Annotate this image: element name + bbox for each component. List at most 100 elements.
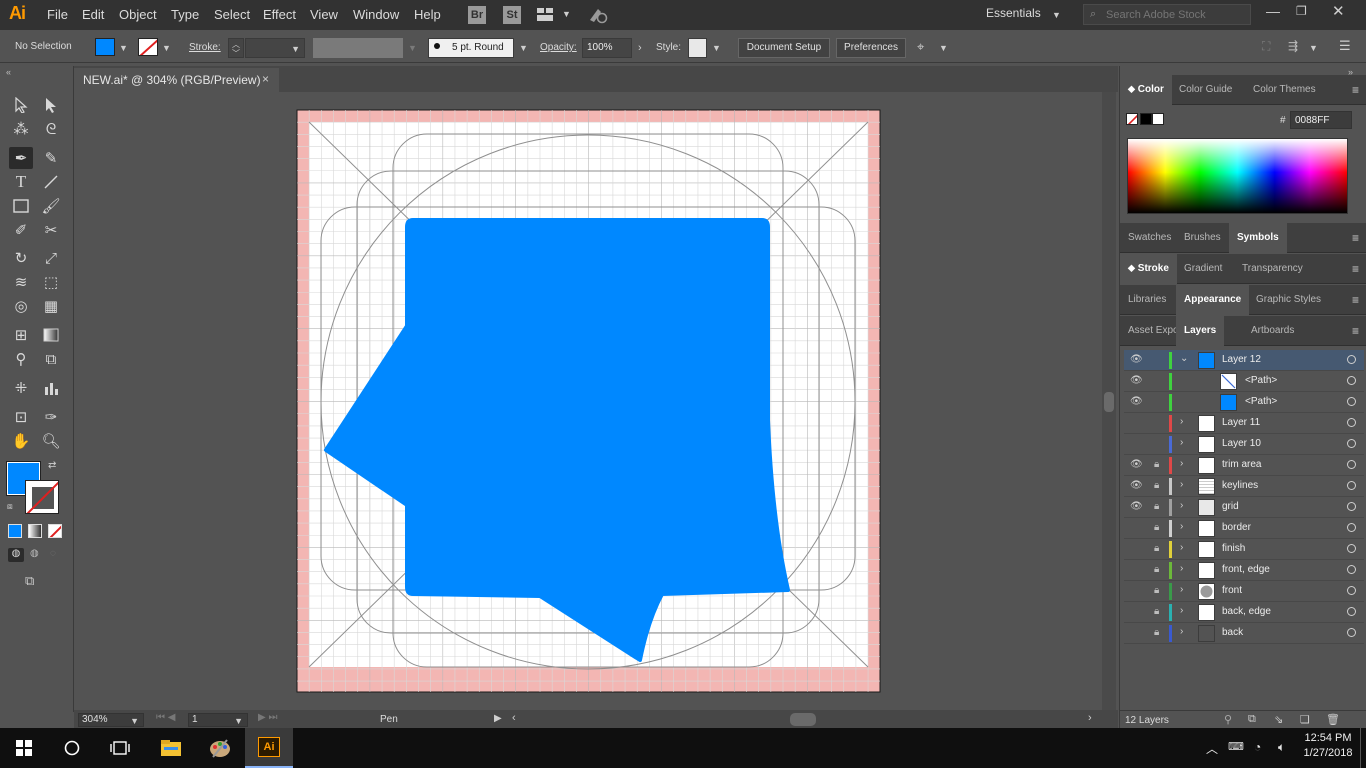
stroke-swatch[interactable]: [138, 38, 158, 56]
menu-icon[interactable]: ≡: [1352, 231, 1359, 245]
gradient-tool[interactable]: [39, 324, 63, 346]
direct-selection-tool[interactable]: [39, 94, 63, 116]
visibility-eye-icon[interactable]: 👁︎: [1130, 480, 1143, 491]
screen-mode-icon[interactable]: ⧉: [25, 573, 34, 589]
menu-icon[interactable]: ☰: [1339, 38, 1351, 54]
horizontal-scroll-thumb[interactable]: [790, 713, 816, 726]
tab-transparency[interactable]: Transparency: [1234, 254, 1311, 284]
menu-file[interactable]: File: [47, 7, 68, 22]
bridge-button[interactable]: Br: [468, 6, 486, 24]
opacity-field[interactable]: 100%: [582, 38, 632, 58]
lasso-tool[interactable]: ᘓ: [39, 118, 63, 140]
menu-view[interactable]: View: [310, 7, 338, 22]
input-method-icon[interactable]: ⌨: [1228, 740, 1244, 753]
tab-color[interactable]: ⬥ Color: [1120, 75, 1172, 105]
selection-tool[interactable]: [9, 94, 33, 116]
lock-icon[interactable]: 🔒︎: [1154, 627, 1159, 638]
task-view-icon[interactable]: [96, 728, 144, 768]
layer-row[interactable]: 🔒︎ › finish: [1124, 539, 1364, 560]
lock-icon[interactable]: 🔒︎: [1154, 564, 1159, 575]
white-swatch[interactable]: [1152, 113, 1164, 125]
wifi-icon[interactable]: ◔: [1254, 740, 1261, 754]
chevron-down-icon[interactable]: ▼: [939, 43, 948, 53]
target-circle-icon[interactable]: [1347, 544, 1356, 553]
chevron-right-icon[interactable]: ›: [1180, 437, 1183, 448]
variable-width-profile[interactable]: [313, 38, 403, 58]
canvas[interactable]: [74, 92, 1116, 710]
vertical-scrollbar[interactable]: [1102, 92, 1116, 710]
rectangle-tool[interactable]: [9, 195, 33, 217]
visibility-eye-icon[interactable]: 👁︎: [1130, 459, 1143, 470]
scissors-tool[interactable]: ✂: [39, 219, 63, 241]
chevron-right-icon[interactable]: ›: [1180, 563, 1183, 574]
graph-tool[interactable]: [39, 377, 63, 399]
tab-color-themes[interactable]: Color Themes: [1245, 75, 1324, 105]
magic-wand-tool[interactable]: ⁂: [9, 118, 33, 140]
menu-window[interactable]: Window: [353, 7, 399, 22]
tab-symbols[interactable]: Symbols: [1229, 223, 1287, 253]
align-options-icon[interactable]: ⌖: [917, 39, 924, 55]
windows-start-button[interactable]: [0, 728, 48, 768]
visibility-eye-icon[interactable]: 👁︎: [1130, 396, 1143, 407]
layer-row[interactable]: 🔒︎ › front, edge: [1124, 560, 1364, 581]
artboard-tool[interactable]: ⊡: [9, 406, 33, 428]
lock-icon[interactable]: 🔒︎: [1154, 501, 1159, 512]
preferences-button[interactable]: Preferences: [836, 38, 906, 58]
tab-appearance[interactable]: Appearance: [1176, 285, 1250, 315]
volume-icon[interactable]: 🔈︎: [1278, 740, 1285, 755]
target-circle-icon[interactable]: [1347, 628, 1356, 637]
chevron-right-icon[interactable]: ›: [638, 42, 642, 54]
tab-gradient[interactable]: Gradient: [1176, 254, 1230, 284]
file-explorer-icon[interactable]: [147, 728, 195, 768]
fill-swatch[interactable]: [95, 38, 115, 56]
swap-fill-stroke-icon[interactable]: ⇄: [48, 460, 56, 471]
tab-brushes[interactable]: Brushes: [1176, 223, 1229, 253]
symbol-sprayer-tool[interactable]: ⁜: [9, 377, 33, 399]
chevron-down-icon[interactable]: ▼: [562, 9, 571, 19]
chevron-right-icon[interactable]: ›: [1180, 458, 1183, 469]
curvature-tool[interactable]: ✎: [39, 147, 63, 169]
chevron-right-icon[interactable]: ›: [1180, 479, 1183, 490]
illustrator-taskbar-button[interactable]: Ai: [245, 728, 293, 768]
artboard-field[interactable]: 1 ▼: [188, 713, 248, 727]
menu-select[interactable]: Select: [214, 7, 250, 22]
collapse-panel-icon[interactable]: «: [6, 67, 11, 77]
zoom-tool[interactable]: 🔍︎: [39, 430, 63, 452]
color-spectrum[interactable]: [1127, 138, 1348, 214]
tab-swatches[interactable]: Swatches: [1120, 223, 1179, 253]
first-artboard-icon[interactable]: ⏮ ◀: [156, 712, 175, 723]
visibility-eye-icon[interactable]: 👁︎: [1130, 501, 1143, 512]
layer-row[interactable]: 👁︎ <Path>: [1124, 392, 1364, 413]
menu-icon[interactable]: ≡: [1352, 324, 1359, 338]
lock-icon[interactable]: 🔒︎: [1154, 543, 1159, 554]
draw-inside-icon[interactable]: ◌: [50, 548, 56, 559]
line-tool[interactable]: [39, 171, 63, 193]
scale-tool[interactable]: ⤢: [39, 247, 63, 269]
target-circle-icon[interactable]: [1347, 376, 1356, 385]
clock[interactable]: 12:54 PM 1/27/2018: [1300, 732, 1356, 759]
close-window-button[interactable]: ✕: [1332, 2, 1345, 20]
menu-type[interactable]: Type: [171, 7, 199, 22]
target-circle-icon[interactable]: [1347, 460, 1356, 469]
menu-effect[interactable]: Effect: [263, 7, 296, 22]
arrange-documents-icon[interactable]: [537, 8, 553, 21]
minimize-button[interactable]: —: [1266, 3, 1280, 19]
search-icon[interactable]: [48, 728, 96, 768]
paint-icon[interactable]: [196, 728, 244, 768]
slice-tool[interactable]: ✑: [39, 406, 63, 428]
tab-layers[interactable]: Layers: [1176, 316, 1225, 346]
layer-row[interactable]: 🔒︎ › back, edge: [1124, 602, 1364, 623]
locate-object-icon[interactable]: ⚲: [1224, 713, 1232, 726]
stroke-label[interactable]: Stroke:: [189, 42, 221, 53]
scroll-left-icon[interactable]: ‹: [512, 712, 516, 724]
layer-row[interactable]: 🔒︎ › border: [1124, 518, 1364, 539]
draw-behind-icon[interactable]: ◍: [30, 548, 39, 559]
stock-button[interactable]: St: [503, 6, 521, 24]
default-fill-stroke-icon[interactable]: ⧈: [7, 501, 13, 512]
lock-icon[interactable]: 🔒︎: [1154, 522, 1159, 533]
workspace-switcher[interactable]: Essentials ▼: [986, 6, 1066, 24]
target-circle-icon[interactable]: [1347, 397, 1356, 406]
scroll-thumb[interactable]: [1104, 392, 1114, 412]
graphic-style-swatch[interactable]: [688, 38, 707, 58]
lock-icon[interactable]: 🔒︎: [1154, 585, 1159, 596]
